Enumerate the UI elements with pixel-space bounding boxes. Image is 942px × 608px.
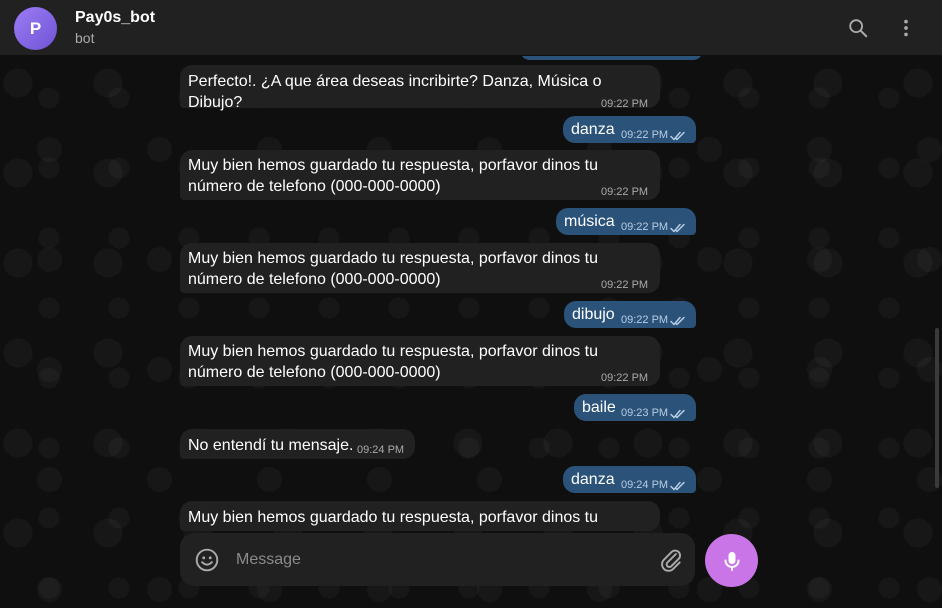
message-text: Muy bien hemos guardado tu respuesta, po…: [188, 509, 599, 526]
microphone-icon: [724, 551, 739, 571]
chat-header: P Pay0s_bot bot: [0, 0, 942, 56]
avatar[interactable]: P: [14, 7, 57, 50]
message-time: 09:22 PM: [621, 310, 686, 331]
search-icon: [849, 19, 868, 38]
incoming-message[interactable]: Muy bien hemos guardado tu respuesta, po…: [180, 501, 660, 531]
message-text: Muy bien hemos guardado tu respuesta, po…: [188, 250, 599, 288]
message-time: 09:22 PM: [621, 217, 686, 238]
message-text: Muy bien hemos guardado tu respuesta, po…: [188, 343, 599, 381]
incoming-message[interactable]: Perfecto!. ¿A que área deseas incribirte…: [180, 65, 660, 111]
message-time-text: 09:22 PM: [621, 314, 669, 326]
attach-button[interactable]: [658, 547, 684, 573]
message-time: 09:24 PM: [357, 444, 405, 456]
message-list[interactable]: Perfecto!. ¿A que área deseas incribirte…: [0, 56, 942, 608]
incoming-message[interactable]: Muy bien hemos guardado tu respuesta, po…: [180, 150, 660, 200]
scrollbar[interactable]: [935, 328, 939, 488]
search-button[interactable]: [844, 14, 872, 42]
message-time-text: 09:24 PM: [621, 479, 669, 491]
paperclip-icon: [661, 549, 681, 572]
message-input[interactable]: [234, 547, 638, 573]
previous-message-edge: [520, 56, 703, 60]
double-check-icon: [670, 481, 685, 490]
message-time: 09:24 PM: [621, 475, 686, 496]
double-check-icon: [670, 316, 685, 325]
outgoing-message[interactable]: danza 09:22 PM: [563, 116, 696, 143]
emoji-icon: [195, 548, 219, 572]
message-time-text: 09:23 PM: [621, 407, 669, 419]
chat-title[interactable]: Pay0s_bot: [75, 9, 155, 27]
double-check-icon: [670, 223, 685, 232]
emoji-button[interactable]: [194, 547, 220, 573]
message-time-text: 09:22 PM: [621, 129, 669, 141]
message-time: 09:22 PM: [601, 98, 649, 110]
outgoing-message[interactable]: baile 09:23 PM: [574, 394, 696, 421]
more-menu-button[interactable]: [892, 14, 920, 42]
double-check-icon: [670, 409, 685, 418]
message-text: danza: [571, 471, 615, 488]
message-time: 09:22 PM: [601, 372, 649, 384]
incoming-message[interactable]: No entendí tu mensaje. 09:24 PM: [180, 429, 415, 459]
incoming-message[interactable]: Muy bien hemos guardado tu respuesta, po…: [180, 243, 660, 293]
message-text: baile: [582, 399, 616, 416]
voice-record-button[interactable]: [705, 534, 758, 587]
double-check-icon: [670, 131, 685, 140]
message-text: Muy bien hemos guardado tu respuesta, po…: [188, 157, 599, 195]
more-vertical-icon: [904, 19, 908, 37]
outgoing-message[interactable]: danza 09:24 PM: [563, 466, 696, 493]
message-text: dibujo: [572, 306, 615, 323]
avatar-letter: P: [29, 18, 42, 38]
message-time: 09:23 PM: [621, 403, 686, 424]
message-time: 09:22 PM: [601, 279, 649, 291]
message-time-text: 09:22 PM: [621, 221, 669, 233]
outgoing-message[interactable]: música 09:22 PM: [556, 208, 696, 235]
message-time: 09:22 PM: [601, 186, 649, 198]
chat-subtitle: bot: [75, 30, 95, 46]
incoming-message[interactable]: Muy bien hemos guardado tu respuesta, po…: [180, 336, 660, 386]
message-composer: [180, 533, 695, 586]
message-time: 09:22 PM: [621, 125, 686, 146]
message-text: música: [564, 213, 615, 230]
outgoing-message[interactable]: dibujo 09:22 PM: [564, 301, 696, 328]
message-text: Perfecto!. ¿A que área deseas incribirte…: [188, 73, 606, 111]
message-text: danza: [571, 121, 615, 138]
